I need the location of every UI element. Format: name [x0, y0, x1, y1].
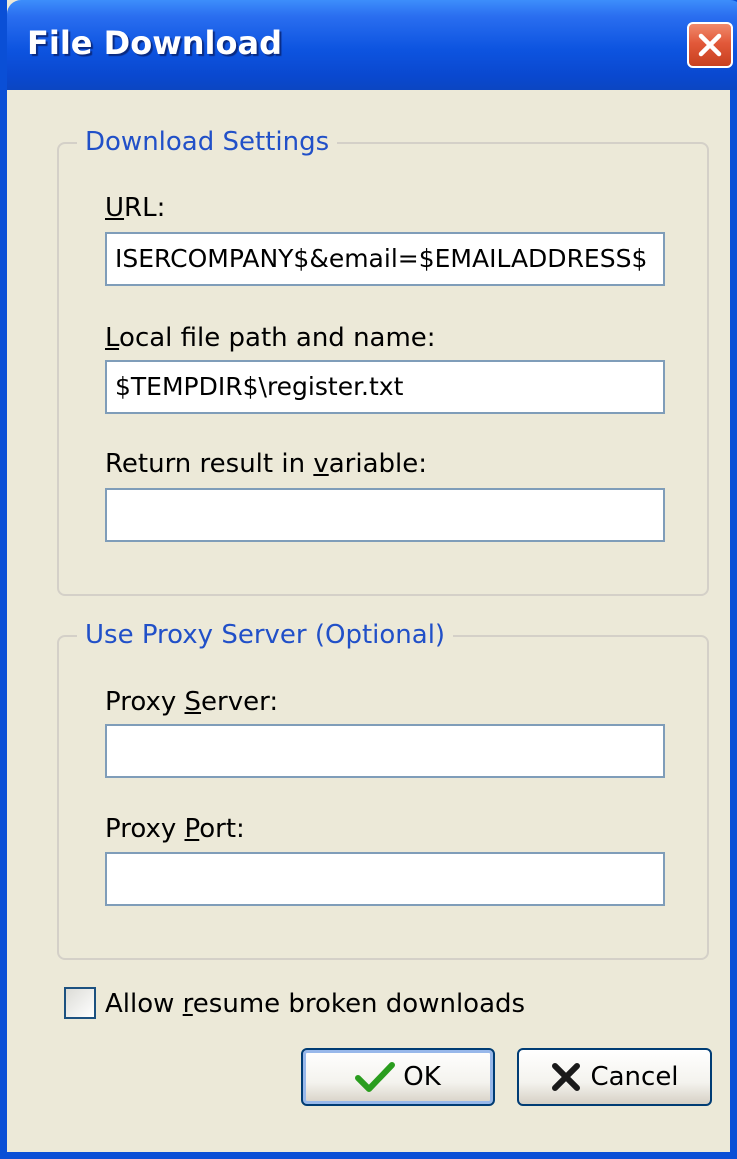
- cancel-button-label: Cancel: [590, 1062, 679, 1092]
- return-variable-input[interactable]: [105, 488, 665, 542]
- url-label: URL:: [105, 193, 166, 223]
- local-file-path-label: Local file path and name:: [105, 323, 436, 353]
- cancel-button[interactable]: Cancel: [517, 1048, 712, 1106]
- url-input-value: ISERCOMPANY$&email=$EMAILADDRESS$: [115, 244, 648, 273]
- file-download-dialog: File Download Download Settings URL: ISE…: [0, 0, 737, 1159]
- proxy-server-legend: Use Proxy Server (Optional): [77, 619, 454, 651]
- local-file-path-input[interactable]: $TEMPDIR$\register.txt: [105, 360, 665, 414]
- x-icon: [552, 1063, 581, 1091]
- checkmark-icon: [355, 1062, 396, 1092]
- proxy-server-input[interactable]: [105, 724, 665, 778]
- return-variable-label: Return result in variable:: [105, 449, 427, 479]
- download-settings-legend: Download Settings: [77, 126, 338, 158]
- proxy-port-label: Proxy Port:: [105, 814, 245, 844]
- close-icon: [698, 33, 722, 57]
- ok-button[interactable]: OK: [301, 1048, 495, 1106]
- proxy-port-input[interactable]: [105, 852, 665, 906]
- url-input[interactable]: ISERCOMPANY$&email=$EMAILADDRESS$: [105, 232, 665, 286]
- ok-button-label: OK: [403, 1062, 441, 1092]
- allow-resume-checkbox[interactable]: [64, 987, 96, 1019]
- local-file-path-value: $TEMPDIR$\register.txt: [115, 372, 404, 401]
- proxy-server-label: Proxy Server:: [105, 687, 279, 717]
- window-title: File Download: [27, 24, 282, 62]
- close-button[interactable]: [687, 22, 733, 68]
- allow-resume-label[interactable]: Allow resume broken downloads: [105, 987, 525, 1021]
- proxy-server-group: [57, 635, 709, 960]
- title-bar[interactable]: File Download: [7, 0, 737, 90]
